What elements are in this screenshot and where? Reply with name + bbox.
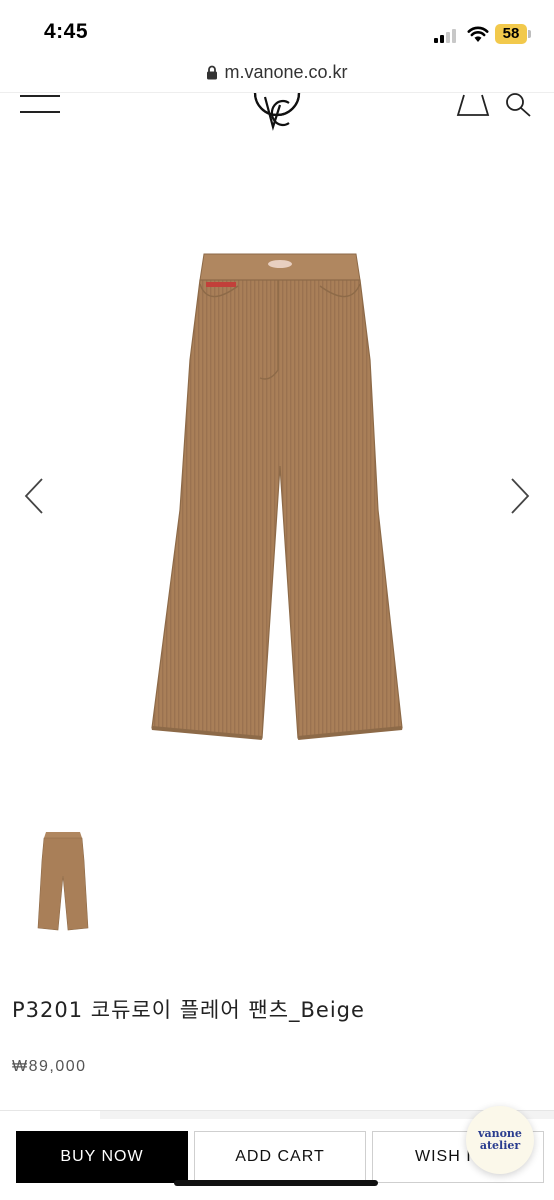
chevron-right-icon[interactable] (508, 476, 532, 516)
status-bar: 4:45 58 (0, 0, 554, 62)
vc-logo[interactable] (252, 93, 302, 137)
product-image (151, 253, 403, 740)
lock-icon (207, 65, 218, 80)
search-icon[interactable] (504, 93, 532, 117)
buy-now-button[interactable]: BUY NOW (16, 1131, 188, 1183)
chevron-left-icon[interactable] (22, 476, 46, 516)
home-indicator (174, 1180, 378, 1186)
address-bar[interactable]: m.vanone.co.kr (0, 62, 554, 92)
badge-line-2: atelier (479, 1139, 521, 1152)
add-cart-button[interactable]: ADD CART (194, 1131, 366, 1183)
cellular-signal-icon (434, 27, 460, 43)
status-time: 4:45 (44, 20, 89, 43)
url-text: m.vanone.co.kr (224, 62, 348, 82)
battery-icon: 58 (495, 24, 531, 44)
hamburger-menu-icon[interactable] (20, 93, 62, 117)
vanone-atelier-badge[interactable]: vanone atelier (466, 1106, 534, 1174)
product-thumbnail[interactable] (36, 830, 90, 932)
shopping-bag-icon[interactable] (456, 93, 490, 117)
wifi-icon (467, 26, 489, 42)
site-header (0, 92, 554, 138)
product-title: P3201 코듀로이 플레어 팬츠_Beige (12, 998, 365, 1022)
product-price: ₩89,000 (12, 1058, 87, 1075)
battery-level: 58 (502, 25, 520, 42)
